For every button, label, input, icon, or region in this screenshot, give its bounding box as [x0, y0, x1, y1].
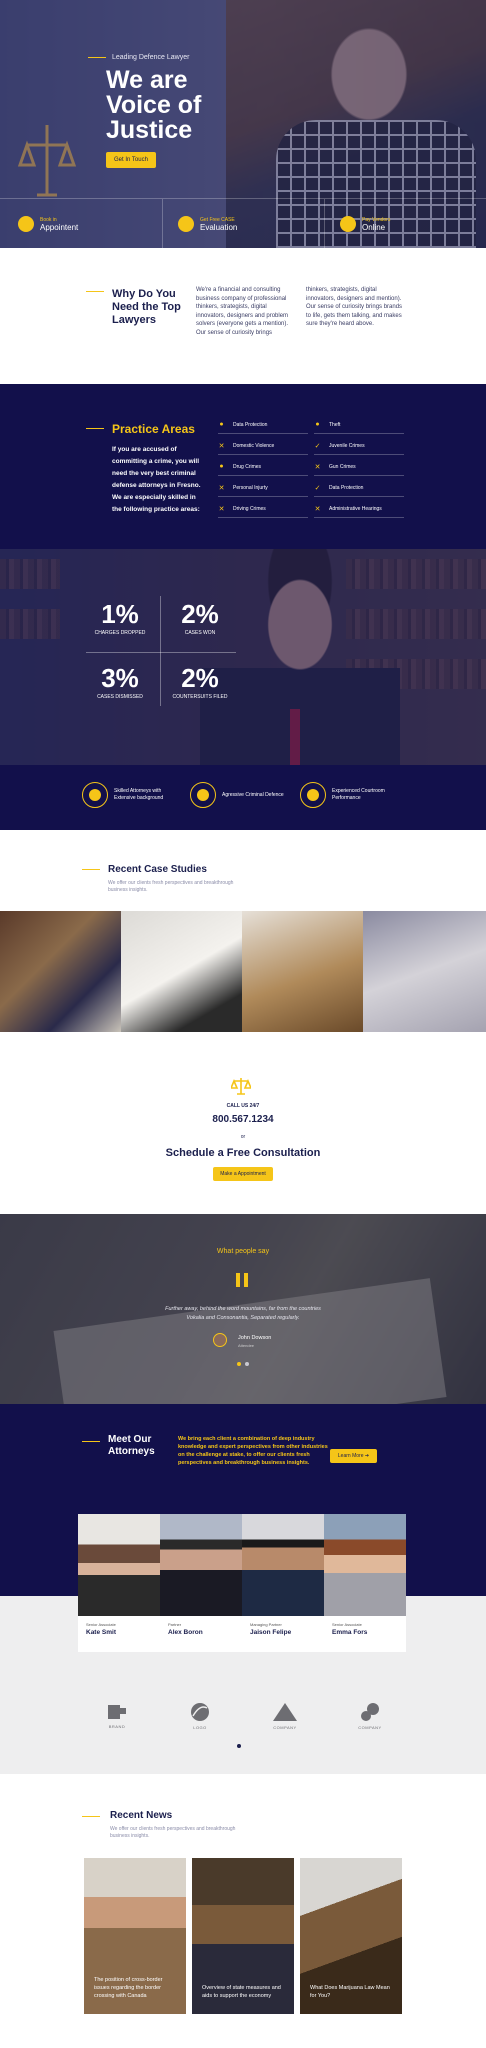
quote-icon: [236, 1273, 248, 1287]
testimonial-author: John Dowson: [238, 1335, 272, 1341]
trophy-icon: [82, 782, 108, 808]
arrow-right-icon: ➔: [364, 1453, 370, 1459]
attorney-card[interactable]: Senior Associate Kate Smit: [78, 1514, 160, 1652]
practice-item[interactable]: ● Drug Crimes: [218, 458, 308, 476]
learn-more-button[interactable]: Learn More ➔: [330, 1449, 377, 1463]
scales-icon: [340, 216, 356, 232]
cross-icon: ✕: [218, 484, 225, 492]
or-label: or: [240, 1134, 246, 1140]
book-appointment-link[interactable]: Book in Appointent: [18, 209, 78, 239]
person-icon: [190, 782, 216, 808]
case-study-image[interactable]: [242, 911, 363, 1032]
case-studies-title: Recent Case Studies: [108, 864, 207, 875]
cross-icon: ✕: [314, 505, 321, 513]
logo-carousel-dot[interactable]: [237, 1744, 241, 1748]
brand-logo[interactable]: COMPANY: [260, 1700, 310, 1732]
free-case-evaluation-link[interactable]: Get Free CASE Evaluation: [178, 209, 237, 239]
case-study-image[interactable]: [363, 911, 486, 1032]
stats-section: [0, 549, 486, 765]
practice-item[interactable]: ✕ Driving Crimes: [218, 500, 308, 518]
attorney-card[interactable]: Senior Associate Emma Fors: [324, 1514, 406, 1652]
check-icon: ✓: [314, 484, 321, 492]
feature-item: Agressive Criminal Defence: [190, 782, 290, 808]
attorney-card[interactable]: Managing Partner Jaison Felipe: [242, 1514, 324, 1652]
handshake-icon: [178, 216, 194, 232]
attorneys-description: We bring each client a combination of de…: [178, 1436, 328, 1466]
practice-item[interactable]: ✕ Personal Injurty: [218, 479, 308, 497]
testimonial-text: Further away, behind the word mountains,…: [165, 1306, 321, 1321]
brand-logo[interactable]: COMPANY: [345, 1700, 395, 1732]
get-in-touch-button[interactable]: Get In Touch: [106, 152, 156, 168]
scales-icon: [231, 1078, 251, 1095]
justice-statue-icon: [17, 125, 77, 197]
phone-number[interactable]: 800.567.1234: [0, 1114, 486, 1125]
gavel-icon: [300, 782, 326, 808]
attorneys-title: Meet Our Attorneys: [108, 1434, 155, 1457]
check-icon: ✓: [314, 442, 321, 450]
attorney-photo: [78, 1514, 160, 1616]
drop-logo-icon: [361, 1703, 379, 1721]
attorney-card[interactable]: Partner Alex Boron: [160, 1514, 242, 1652]
hero-subtitle: Leading Defence Lawyer: [88, 54, 189, 61]
testimonial-role: Attendee: [238, 1343, 255, 1348]
why-title: Why Do You Need the Top Lawyers: [112, 288, 181, 326]
feature-item: Experienced Courtroom Performance: [300, 782, 400, 808]
triangle-logo-icon: [273, 1703, 297, 1721]
stat-countersuits-filed: 2% COUNTERSUITS FILED: [172, 663, 228, 700]
practice-item[interactable]: ✓ Data Protection: [314, 479, 404, 497]
practice-item[interactable]: ✓ Juvenile Crimes: [314, 437, 404, 455]
shield-icon: ●: [219, 421, 224, 428]
hero-feature-bar: Book in Appointent Get Free CASE Evaluatio…: [0, 198, 486, 249]
news-card[interactable]: The position of cross-border issues rega…: [84, 1858, 186, 2014]
call-label: CALL US 24/7: [226, 1103, 260, 1109]
news-subtitle: We offer our clients fresh perspectives …: [110, 1826, 236, 1839]
case-study-image[interactable]: [121, 911, 242, 1032]
feature-item: Skilled Attorneys with Extensive backgro…: [82, 782, 182, 808]
avatar: [213, 1333, 227, 1347]
make-appointment-button[interactable]: Make a Appointment: [213, 1167, 273, 1181]
news-card[interactable]: What Does Marijuana Law Mean for You?: [300, 1858, 402, 2014]
attorney-photo: [324, 1514, 406, 1616]
practice-item[interactable]: ✕ Administrative Hearings: [314, 500, 404, 518]
stat-cases-won: 2% CASES WON: [181, 599, 219, 636]
practice-item[interactable]: ● Theft: [314, 416, 404, 434]
attorney-photo: [160, 1514, 242, 1616]
case-study-image[interactable]: [0, 911, 121, 1032]
stat-cases-dismissed: 3% CASES DISMISSED: [97, 663, 143, 700]
practice-item[interactable]: ✕ Domestic Violence: [218, 437, 308, 455]
cross-icon: ✕: [218, 442, 225, 450]
attorney-photo: [242, 1514, 324, 1616]
leaf-logo-icon: [191, 1703, 209, 1721]
user-pin-icon: [18, 216, 34, 232]
why-text-col1: We're a financial and consulting busines…: [196, 287, 289, 336]
case-studies-subtitle: We offer our clients fresh perspectives …: [108, 880, 234, 893]
slider-dot[interactable]: [245, 1362, 249, 1366]
slider-dot[interactable]: [237, 1362, 241, 1366]
cross-icon: ✕: [314, 463, 321, 471]
pill-icon: ●: [219, 463, 224, 470]
practice-item[interactable]: ✕ Gun Crimes: [314, 458, 404, 476]
practice-item[interactable]: ● Data Protection: [218, 416, 308, 434]
stat-charges-dropped: 1% CHARGES DROPPED: [94, 599, 146, 636]
why-text-col2: thinkers, strategists, digital innovator…: [306, 287, 403, 327]
brand-logo[interactable]: LOGO: [175, 1700, 225, 1732]
practice-areas-title: Practice Areas: [112, 422, 195, 436]
badge-icon: ●: [315, 421, 320, 428]
testimonial-title: What people say: [216, 1248, 270, 1255]
practice-areas-description: If you are accused of committing a crime…: [112, 446, 201, 513]
brand-logo-icon: [108, 1705, 126, 1719]
cross-icon: ✕: [218, 505, 225, 513]
pay-vendors-link[interactable]: Pay Vendors Online: [340, 209, 390, 239]
consultation-title: Schedule a Free Consultation: [165, 1147, 321, 1159]
hero-title: We are Voice of Justice: [106, 66, 202, 144]
news-title: Recent News: [110, 1810, 173, 1821]
news-card[interactable]: Overview of state measures and aids to s…: [192, 1858, 294, 2014]
why-accent-line: [86, 291, 104, 292]
brand-logo[interactable]: BRAND: [92, 1700, 142, 1732]
